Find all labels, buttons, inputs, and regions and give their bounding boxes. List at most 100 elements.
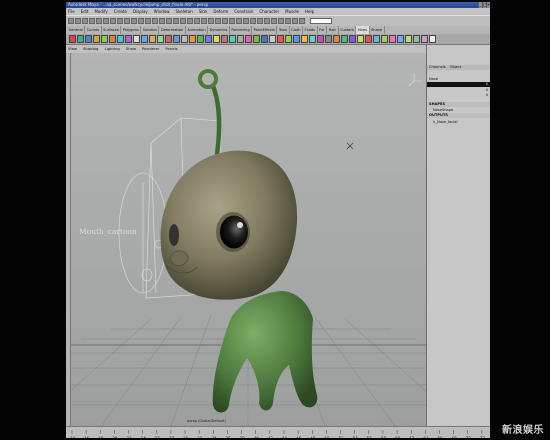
shelf-tool-icon[interactable]	[245, 35, 252, 43]
status-tool-icon[interactable]	[166, 18, 172, 24]
status-tool-icon[interactable]	[243, 18, 249, 24]
panel-menu-show[interactable]: Show	[126, 45, 136, 53]
menu-edit[interactable]: Edit	[81, 8, 89, 15]
shelf-tab-fur[interactable]: Fur	[318, 26, 328, 34]
shelf-tool-icon[interactable]	[133, 35, 140, 43]
status-tool-icon[interactable]	[173, 18, 179, 24]
shelf-tool-icon[interactable]	[237, 35, 244, 43]
shelf-tool-icon[interactable]	[357, 35, 364, 43]
shelf-tab-polygons[interactable]: Polygons	[121, 26, 142, 34]
shelf-tool-icon[interactable]	[413, 35, 420, 43]
menu-modify[interactable]: Modify	[94, 8, 107, 15]
status-tool-icon[interactable]	[271, 18, 277, 24]
shelf-tool-icon[interactable]	[125, 35, 132, 43]
shelf-tool-icon[interactable]	[405, 35, 412, 43]
status-tool-icon[interactable]	[180, 18, 186, 24]
status-tool-icon[interactable]	[285, 18, 291, 24]
status-tool-icon[interactable]	[117, 18, 123, 24]
shelf-tool-icon[interactable]	[109, 35, 116, 43]
shelf-tab-fluids[interactable]: Fluids	[303, 26, 318, 34]
status-tool-icon[interactable]	[145, 18, 151, 24]
status-tool-icon[interactable]	[208, 18, 214, 24]
shelf-tab-painteffects[interactable]: PaintEffects	[252, 26, 278, 34]
shelf-tab-cloth[interactable]: Cloth	[290, 26, 304, 34]
status-tool-icon[interactable]	[159, 18, 165, 24]
shelf-tool-icon[interactable]	[253, 35, 260, 43]
shelf-tab-animation[interactable]: Animation	[186, 26, 209, 34]
shelf-tab-subdivs[interactable]: Subdivs	[141, 26, 160, 34]
menu-muscle[interactable]: Muscle	[285, 8, 299, 15]
status-tool-icon[interactable]	[229, 18, 235, 24]
status-tool-icon[interactable]	[131, 18, 137, 24]
shelf-tool-icon[interactable]	[69, 35, 76, 43]
shelf-tool-icon[interactable]	[213, 35, 220, 43]
shelf-tool-icon[interactable]	[173, 35, 180, 43]
status-tool-icon[interactable]	[278, 18, 284, 24]
tab-object[interactable]: Object	[450, 65, 462, 70]
panel-menu-shading[interactable]: Shading	[83, 45, 98, 53]
shelf-tool-icon[interactable]	[285, 35, 292, 43]
panel-menu-renderer[interactable]: Renderer	[142, 45, 159, 53]
status-tool-icon[interactable]	[201, 18, 207, 24]
status-tool-icon[interactable]	[299, 18, 305, 24]
shelf-tool-icon[interactable]	[157, 35, 164, 43]
shelf-tool-icon[interactable]	[117, 35, 124, 43]
shelf-tab-custom[interactable]: Custom	[339, 26, 357, 34]
status-tool-icon[interactable]	[264, 18, 270, 24]
shelf-tool-icon[interactable]	[349, 35, 356, 43]
shelf-tool-icon[interactable]	[197, 35, 204, 43]
shelf-tool-icon[interactable]	[277, 35, 284, 43]
menu-constrain[interactable]: Constrain	[234, 8, 253, 15]
shelf-tool-icon[interactable]	[373, 35, 380, 43]
status-tool-icon[interactable]	[75, 18, 81, 24]
menu-file[interactable]: File	[68, 8, 75, 15]
status-tool-icon[interactable]	[89, 18, 95, 24]
shelf-tool-icon[interactable]	[205, 35, 212, 43]
shelf-tool-icon[interactable]	[93, 35, 100, 43]
shelf-tool-icon[interactable]	[421, 35, 428, 43]
shelf-tool-icon[interactable]	[77, 35, 84, 43]
persp-viewport[interactable]: Mouth_cartoon persp (Global/Default)	[71, 53, 426, 426]
shelf-tab-dynamics[interactable]: Dynamics	[208, 26, 230, 34]
status-tool-icon[interactable]	[152, 18, 158, 24]
shelf-tab-hires[interactable]: Hires	[356, 26, 370, 34]
shelf-tool-icon[interactable]	[85, 35, 92, 43]
shelf-tool-icon[interactable]	[333, 35, 340, 43]
shelf-tool-icon[interactable]	[141, 35, 148, 43]
shelf-tool-icon[interactable]	[341, 35, 348, 43]
status-tool-icon[interactable]	[124, 18, 130, 24]
output-item[interactable]: n_Nose_facial	[427, 120, 490, 125]
menu-skeleton[interactable]: Skeleton	[176, 8, 193, 15]
status-tool-icon[interactable]	[110, 18, 116, 24]
status-tool-icon[interactable]	[292, 18, 298, 24]
channel-row[interactable]: 0	[427, 82, 490, 87]
status-tool-icon[interactable]	[194, 18, 200, 24]
shelf-tab-rendering[interactable]: Rendering	[230, 26, 253, 34]
shelf-tool-icon[interactable]	[269, 35, 276, 43]
quick-select-field[interactable]	[310, 18, 332, 24]
menu-window[interactable]: Window	[154, 8, 170, 15]
status-tool-icon[interactable]	[187, 18, 193, 24]
shelf-tool-icon[interactable]	[189, 35, 196, 43]
shelf-tool-icon[interactable]	[365, 35, 372, 43]
shelf-tool-icon[interactable]	[165, 35, 172, 43]
shelf-tool-icon[interactable]	[101, 35, 108, 43]
status-tool-icon[interactable]	[103, 18, 109, 24]
panel-menu-lighting[interactable]: Lighting	[104, 45, 119, 53]
shelf-tool-icon[interactable]	[293, 35, 300, 43]
shelf-tool-icon[interactable]	[317, 35, 324, 43]
panel-menu-view[interactable]: View	[68, 45, 77, 53]
status-tool-icon[interactable]	[250, 18, 256, 24]
shelf-tab-curves[interactable]: Curves	[85, 26, 102, 34]
status-tool-icon[interactable]	[68, 18, 74, 24]
shelf-tool-icon[interactable]	[325, 35, 332, 43]
shelf-tool-icon[interactable]	[397, 35, 404, 43]
shelf-tool-icon[interactable]	[181, 35, 188, 43]
shelf-tool-icon[interactable]	[149, 35, 156, 43]
shelf-tab-deformation[interactable]: Deformation	[159, 26, 186, 34]
shelf-tab-toon[interactable]: Toon	[277, 26, 290, 34]
shelf-tab-hair[interactable]: Hair	[327, 26, 339, 34]
tab-channels[interactable]: Channels	[429, 65, 446, 70]
time-slider[interactable]: 14 16 18 20 22 24 26 28 30 32 34 36 38 40 42 44 46 48 50 52…	[66, 426, 490, 438]
menu-create[interactable]: Create	[114, 8, 127, 15]
